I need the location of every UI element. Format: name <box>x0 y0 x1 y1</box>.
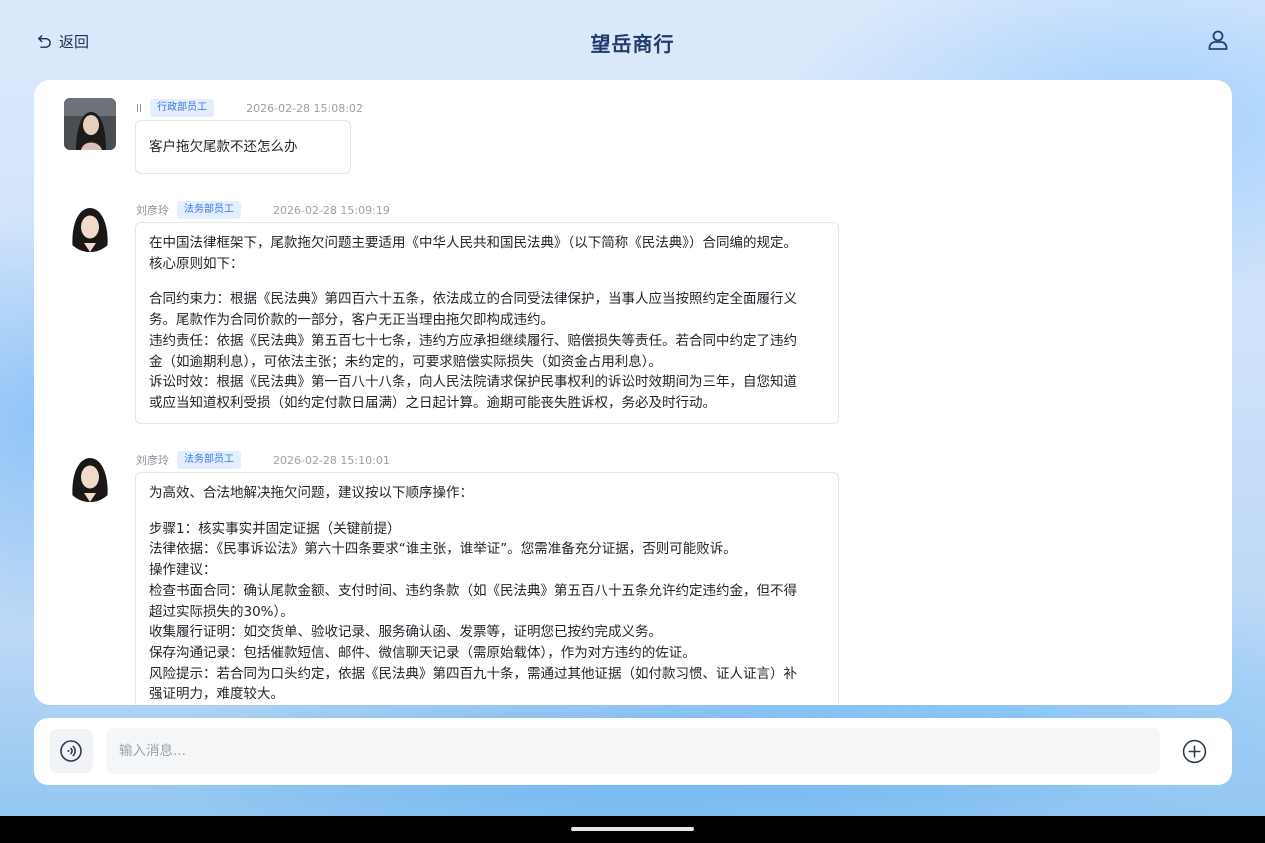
add-attachment-button[interactable] <box>1182 739 1207 764</box>
message-item: 刘彦玲 法务部员工 2026-02-28 15:10:01 为高效、合法地解决拖… <box>64 450 874 705</box>
message-line: 合同约束力：根据《民法典》第四百六十五条，依法成立的合同受法律保护，当事人应当按… <box>149 291 797 308</box>
message-time: 2026-02-28 15:09:19 <box>273 203 390 217</box>
message-time: 2026-02-28 15:10:01 <box>273 453 390 467</box>
message-time: 2026-02-28 15:08:02 <box>246 101 363 115</box>
message-item: ll 行政部员工 2026-02-28 15:08:02 客户拖欠尾款不还怎么办 <box>64 98 464 178</box>
message-line: 金（如逾期利息），可依法主张；未约定的，可要求赔偿实际损失（如资金占用利息）。 <box>149 353 662 370</box>
voice-input-button[interactable] <box>49 729 93 773</box>
message-line: 诉讼时效：根据《民法典》第一百八十八条，向人民法院请求保护民事权利的诉讼时效期间… <box>149 374 797 391</box>
department-badge: 法务部员工 <box>177 201 241 219</box>
message-line: 操作建议： <box>149 562 217 579</box>
chat-panel[interactable]: ll 行政部员工 2026-02-28 15:08:02 客户拖欠尾款不还怎么办… <box>34 80 1232 705</box>
message-line: 在中国法律框架下，尾款拖欠问题主要适用《中华人民共和国民法典》（以下简称《民法典… <box>149 235 797 251</box>
message-text: 客户拖欠尾款不还怎么办 <box>149 139 298 155</box>
avatar <box>64 450 116 502</box>
message-meta: 刘彦玲 法务部员工 2026-02-28 15:09:19 <box>136 200 390 220</box>
message-line: 为高效、合法地解决拖欠问题，建议按以下顺序操作： <box>149 485 473 501</box>
message-item: 刘彦玲 法务部员工 2026-02-28 15:09:19 在中国法律框架下，尾… <box>64 200 874 426</box>
plus-circle-icon <box>1182 739 1207 764</box>
message-meta: ll 行政部员工 2026-02-28 15:08:02 <box>136 98 363 118</box>
message-bubble: 在中国法律框架下，尾款拖欠问题主要适用《中华人民共和国民法典》（以下简称《民法典… <box>135 222 839 424</box>
message-line: 强证明力，难度较大。 <box>149 686 284 703</box>
home-indicator[interactable] <box>571 827 694 831</box>
message-line: 检查书面合同：确认尾款金额、支付时间、违约条款（如《民法典》第五百八十五条允许约… <box>149 582 797 599</box>
page-title: 望岳商行 <box>590 32 675 56</box>
department-badge: 法务部员工 <box>177 451 241 469</box>
avatar <box>64 200 116 252</box>
message-line: 违约责任：依据《民法典》第五百七十七条，违约方应承担继续履行、赔偿损失等责任。若… <box>149 332 797 349</box>
message-bubble: 客户拖欠尾款不还怎么办 <box>135 120 351 174</box>
message-line: 务。尾款作为合同价款的一部分，客户无正当理由拖欠即构成违约。 <box>149 312 554 329</box>
user-profile-button[interactable] <box>1206 28 1230 52</box>
input-bar <box>34 718 1232 785</box>
sender-name: 刘彦玲 <box>136 454 169 467</box>
message-line: 步骤1：核实事实并固定证据（关键前提） <box>149 520 401 537</box>
system-nav-bar <box>0 816 1265 843</box>
message-input[interactable] <box>106 728 1160 774</box>
message-line: 风险提示：若合同为口头约定，依据《民法典》第四百九十条，需通过其他证据（如付款习… <box>149 665 797 682</box>
message-line: 或应当知道权利受损（如约定付款日届满）之日起计算。逾期可能丧失胜诉权，务必及时行… <box>149 394 716 411</box>
avatar <box>64 98 116 150</box>
user-profile-icon <box>1208 30 1228 50</box>
sender-name: ll <box>136 101 143 115</box>
message-meta: 刘彦玲 法务部员工 2026-02-28 15:10:01 <box>136 450 390 470</box>
sender-name: 刘彦玲 <box>136 204 169 217</box>
message-line: 保存沟通记录：包括催款短信、邮件、微信聊天记录（需原始载体），作为对方违约的佐证… <box>149 644 696 661</box>
voice-input-icon <box>60 740 82 762</box>
header: 返回 望岳商行 <box>0 0 1265 80</box>
message-line: 核心原则如下： <box>149 255 244 272</box>
message-line: 收集履行证明：如交货单、验收记录、服务确认函、发票等，证明您已按约完成义务。 <box>149 624 662 641</box>
message-line: 法律依据：《民事诉讼法》第六十四条要求“谁主张，谁举证”。您需准备充分证据，否则… <box>149 541 737 558</box>
message-line: 超过实际损失的30%）。 <box>149 603 294 620</box>
department-badge: 行政部员工 <box>150 99 215 117</box>
message-bubble: 为高效、合法地解决拖欠问题，建议按以下顺序操作： 步骤1：核实事实并固定证据（关… <box>135 472 839 705</box>
